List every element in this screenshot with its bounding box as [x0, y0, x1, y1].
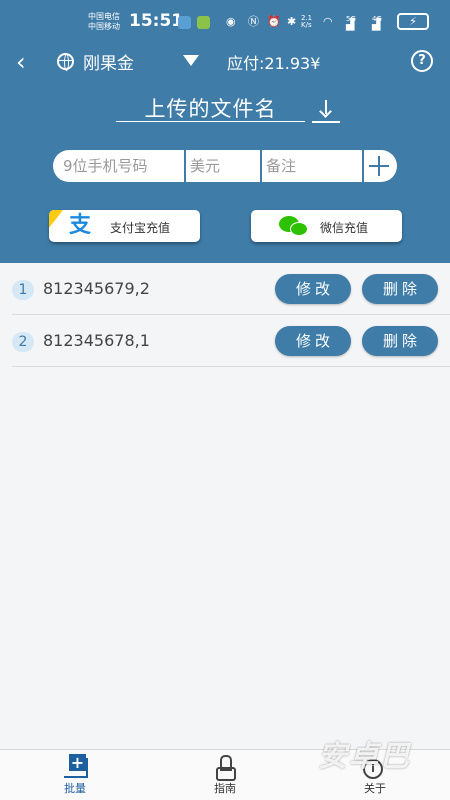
phone-input[interactable] [63, 150, 183, 182]
signal-icon: ▟ [346, 18, 355, 31]
alipay-label: 支付宝充值 [110, 221, 171, 235]
back-icon[interactable]: ‹ [16, 48, 26, 76]
wechat-icon [279, 216, 309, 238]
wechat-label: 微信充值 [320, 221, 369, 235]
nav-guide[interactable]: 指南 [150, 750, 300, 800]
add-entry-button[interactable] [362, 150, 397, 182]
upload-filename[interactable]: 上传的文件名 [116, 93, 305, 122]
row-text: 812345678,1 [43, 331, 150, 350]
row-text: 812345679,2 [43, 279, 150, 298]
eye-icon: ◉ [226, 15, 236, 28]
nav-about-label: 关于 [364, 782, 386, 795]
nav-batch[interactable]: 批量 [0, 750, 150, 800]
signal-icon: ▟ [372, 18, 381, 31]
field-divider [184, 150, 186, 182]
status-bar: 中国电信 中国移动 15:51 ◉ Ⓝ ⏰ ✱ 2.1 K/s ◠ 5G ▟ 4… [0, 0, 450, 44]
usb-icon [178, 16, 191, 29]
wifi-icon: ◠ [323, 15, 333, 28]
android-icon [197, 16, 210, 29]
battery-charging-icon: ⚡ [397, 13, 429, 30]
lightning-icon [49, 210, 63, 228]
nav-guide-label: 指南 [214, 782, 236, 795]
carrier-info: 中国电信 中国移动 [88, 12, 120, 32]
carrier-2: 中国移动 [88, 22, 120, 31]
carrier-1: 中国电信 [88, 12, 120, 21]
edit-button[interactable]: 修改 [275, 326, 351, 356]
globe-icon [57, 53, 74, 71]
list-item: 2 812345678,1 修改 删除 [12, 315, 450, 367]
row-index: 2 [12, 332, 34, 352]
alipay-recharge-button[interactable]: 支 支付宝充值 [49, 210, 200, 242]
entry-form [53, 150, 397, 182]
network-speed: 2.1 K/s [301, 14, 313, 29]
nfc-icon: Ⓝ [248, 15, 259, 28]
batch-add-icon [64, 754, 88, 778]
payable-amount: 应付:21.93¥ [227, 54, 321, 73]
usd-input[interactable] [190, 150, 258, 182]
delete-button[interactable]: 删除 [362, 326, 438, 356]
nav-batch-label: 批量 [64, 782, 86, 795]
edit-button[interactable]: 修改 [275, 274, 351, 304]
dropdown-arrow-icon[interactable] [183, 55, 199, 66]
alarm-icon: ⏰ [267, 15, 281, 28]
help-icon[interactable]: ? [411, 50, 433, 72]
download-icon[interactable] [312, 96, 340, 123]
watermark: 安卓巴 [318, 739, 412, 773]
alipay-icon: 支 [69, 213, 92, 238]
bluetooth-icon: ✱ [287, 15, 297, 28]
note-input[interactable] [266, 150, 361, 182]
list-item: 1 812345679,2 修改 删除 [12, 263, 450, 315]
guide-icon [214, 755, 236, 781]
status-time: 15:51 [129, 11, 184, 31]
row-index: 1 [12, 280, 34, 300]
currency-select[interactable]: 刚果金 [83, 49, 134, 74]
wechat-recharge-button[interactable]: 微信充值 [251, 210, 402, 242]
field-divider [260, 150, 262, 182]
delete-button[interactable]: 删除 [362, 274, 438, 304]
